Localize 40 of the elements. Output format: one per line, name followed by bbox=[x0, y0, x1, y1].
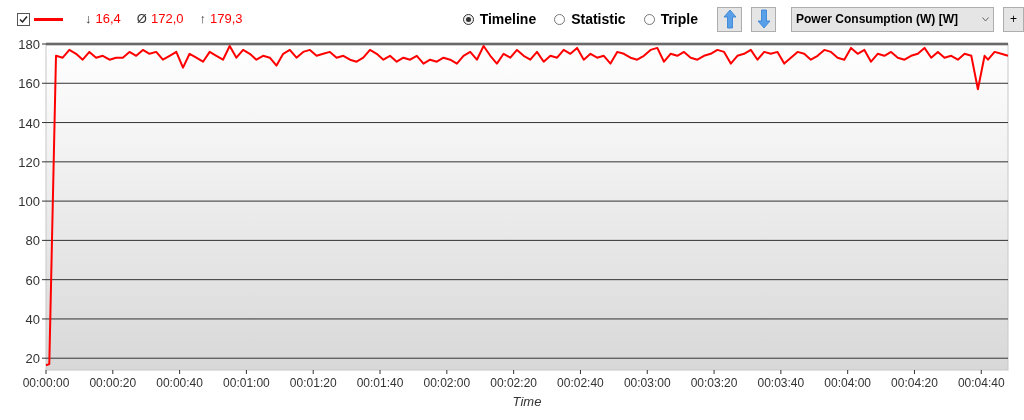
x-tick-label: 00:02:40 bbox=[557, 376, 604, 390]
x-tick-label: 00:03:20 bbox=[690, 376, 738, 390]
x-tick-label: 00:02:00 bbox=[423, 376, 471, 390]
add-button[interactable]: + bbox=[1003, 6, 1024, 32]
x-tick-label: 00:01:40 bbox=[356, 376, 404, 390]
x-tick-label: 00:03:40 bbox=[757, 376, 805, 390]
stat-value: 179,3 bbox=[210, 10, 243, 29]
stat-value: 172,0 bbox=[150, 10, 184, 29]
move-down-button[interactable] bbox=[751, 6, 776, 32]
x-tick-label: 00:00:00 bbox=[22, 376, 70, 390]
y-tick-label: 140 bbox=[18, 115, 40, 131]
y-tick-label: 100 bbox=[18, 194, 40, 210]
y-tick-label: 160 bbox=[18, 76, 40, 92]
y-tick-label: 20 bbox=[25, 351, 40, 367]
series-checkbox[interactable] bbox=[17, 12, 30, 26]
stat-value: 16,4 bbox=[95, 10, 121, 29]
move-up-button[interactable] bbox=[717, 6, 742, 32]
x-tick-label: 00:04:40 bbox=[957, 376, 1005, 390]
view-radio[interactable]: Timeline bbox=[462, 8, 537, 30]
x-tick-label: 00:01:20 bbox=[289, 376, 337, 390]
stat-symbol: Ø bbox=[136, 10, 147, 29]
measure-dropdown[interactable]: Power Consumption (W) [W] bbox=[791, 6, 994, 32]
y-tick-label: 40 bbox=[25, 311, 40, 327]
stat-symbol: ↑ bbox=[199, 10, 206, 29]
x-tick-label: 00:01:00 bbox=[223, 376, 270, 390]
x-axis-title: Time bbox=[512, 394, 542, 409]
view-radio[interactable]: Statistic bbox=[554, 8, 626, 30]
x-tick-label: 00:04:20 bbox=[891, 376, 938, 390]
chevron-down-icon bbox=[982, 16, 989, 22]
x-tick-label: 00:02:20 bbox=[490, 376, 537, 390]
x-tick-label: 00:00:20 bbox=[89, 376, 137, 390]
view-radio[interactable]: Triple bbox=[643, 8, 698, 30]
x-tick-label: 00:04:00 bbox=[824, 376, 872, 390]
x-tick-label: 00:00:40 bbox=[156, 376, 203, 390]
stat-symbol: ↓ bbox=[85, 10, 92, 29]
y-tick-label: 120 bbox=[18, 154, 40, 170]
y-tick-label: 60 bbox=[25, 272, 40, 288]
y-tick-label: 180 bbox=[18, 38, 40, 52]
x-tick-label: 00:03:00 bbox=[623, 376, 671, 390]
y-tick-label: 80 bbox=[25, 233, 40, 249]
